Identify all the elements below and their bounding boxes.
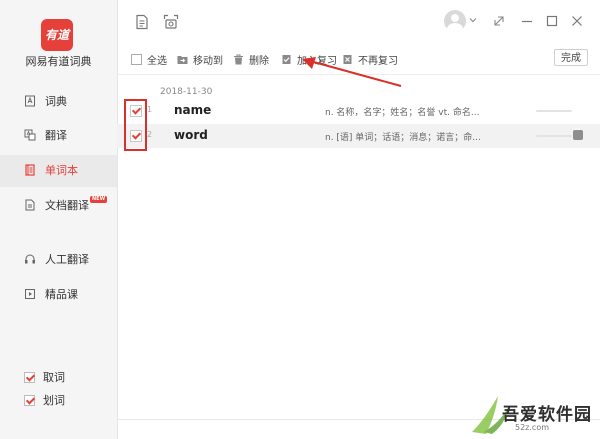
document-translate-icon [25,199,35,211]
avatar[interactable] [444,10,466,32]
add-review-icon [282,54,291,64]
progress-track [536,110,572,112]
row-definition: n. 名称，名字；姓名；名誉 vt. 命名... [325,108,480,118]
trash-icon [234,54,243,64]
table-row[interactable]: 2 word n. [语] 单词；话语；消息；诺言；命... [117,124,600,148]
table-row[interactable]: 1 name n. 名称，名字；姓名；名誉 vt. 命名... [117,99,600,123]
folder-move-icon [177,55,188,64]
maximize-window-icon[interactable] [545,14,559,28]
annotation-highlight-box [124,99,147,151]
sidebar-item-wordbook[interactable]: 单词本 [0,155,117,187]
row-index: 1 [147,105,153,114]
human-translate-icon [25,254,35,264]
sidebar-item-label: 翻译 [45,129,67,142]
wordbook-icon [25,164,35,176]
annotation-arrow-icon [302,57,402,87]
app-window: 有道 网易有道词典 词典 翻译 单词本 文档翻译 NEW 人工翻译 精品课 取词… [0,0,600,439]
app-logo: 有道 [41,19,73,51]
sidebar: 有道 网易有道词典 词典 翻译 单词本 文档翻译 NEW 人工翻译 精品课 取词… [0,0,118,439]
select-all-button[interactable]: 全选 [131,51,167,67]
delete-label: 删除 [249,55,269,67]
minimize-window-icon[interactable] [520,14,534,28]
sidebar-item-label: 精品课 [45,288,78,301]
option-capture-word[interactable]: 取词 [24,370,65,384]
option-label: 划词 [43,394,65,407]
delete-button[interactable]: 删除 [233,51,269,67]
dictionary-icon [25,95,35,107]
sidebar-item-human-translate[interactable]: 人工翻译 [0,244,117,276]
sidebar-item-course[interactable]: 精品课 [0,279,117,311]
select-word-checkbox[interactable] [24,394,35,406]
sidebar-item-translate[interactable]: 翻译 [0,120,117,152]
move-to-button[interactable]: 移动到 [177,51,223,67]
app-name: 网易有道词典 [25,55,92,68]
course-icon [25,289,35,299]
sidebar-item-document-translate[interactable]: 文档翻译 NEW [0,190,117,222]
row-word: name [174,103,212,117]
restore-window-icon[interactable] [492,14,506,28]
screenshot-icon[interactable] [163,14,179,30]
top-bar [117,0,600,44]
sidebar-item-label: 单词本 [45,164,78,177]
translate-icon [24,129,36,141]
row-index: 2 [147,130,153,139]
close-window-icon[interactable] [570,14,584,28]
sidebar-item-label: 词典 [45,95,67,108]
capture-word-checkbox[interactable] [24,371,35,383]
option-select-word[interactable]: 划词 [24,393,65,407]
chevron-down-icon[interactable] [469,16,477,24]
date-header: 2018-11-30 [160,87,213,97]
progress-track [536,135,572,137]
row-definition: n. [语] 单词；话语；消息；诺言；命... [325,133,481,143]
move-to-label: 移动到 [193,55,223,67]
new-badge: NEW [90,196,108,203]
watermark-subtext: 52z.com [515,423,550,432]
select-all-checkbox-icon [131,53,142,65]
document-icon[interactable] [134,14,150,30]
row-menu-button[interactable] [573,127,583,140]
sidebar-item-dictionary[interactable]: 词典 [0,86,117,118]
done-button[interactable]: 完成 [554,49,588,66]
row-word: word [174,128,208,142]
option-label: 取词 [43,371,65,384]
sidebar-item-label: 人工翻译 [45,253,89,266]
watermark-text: 吾爱软件园 [502,405,592,425]
select-all-label: 全选 [147,55,167,67]
sidebar-item-label: 文档翻译 [45,199,89,212]
